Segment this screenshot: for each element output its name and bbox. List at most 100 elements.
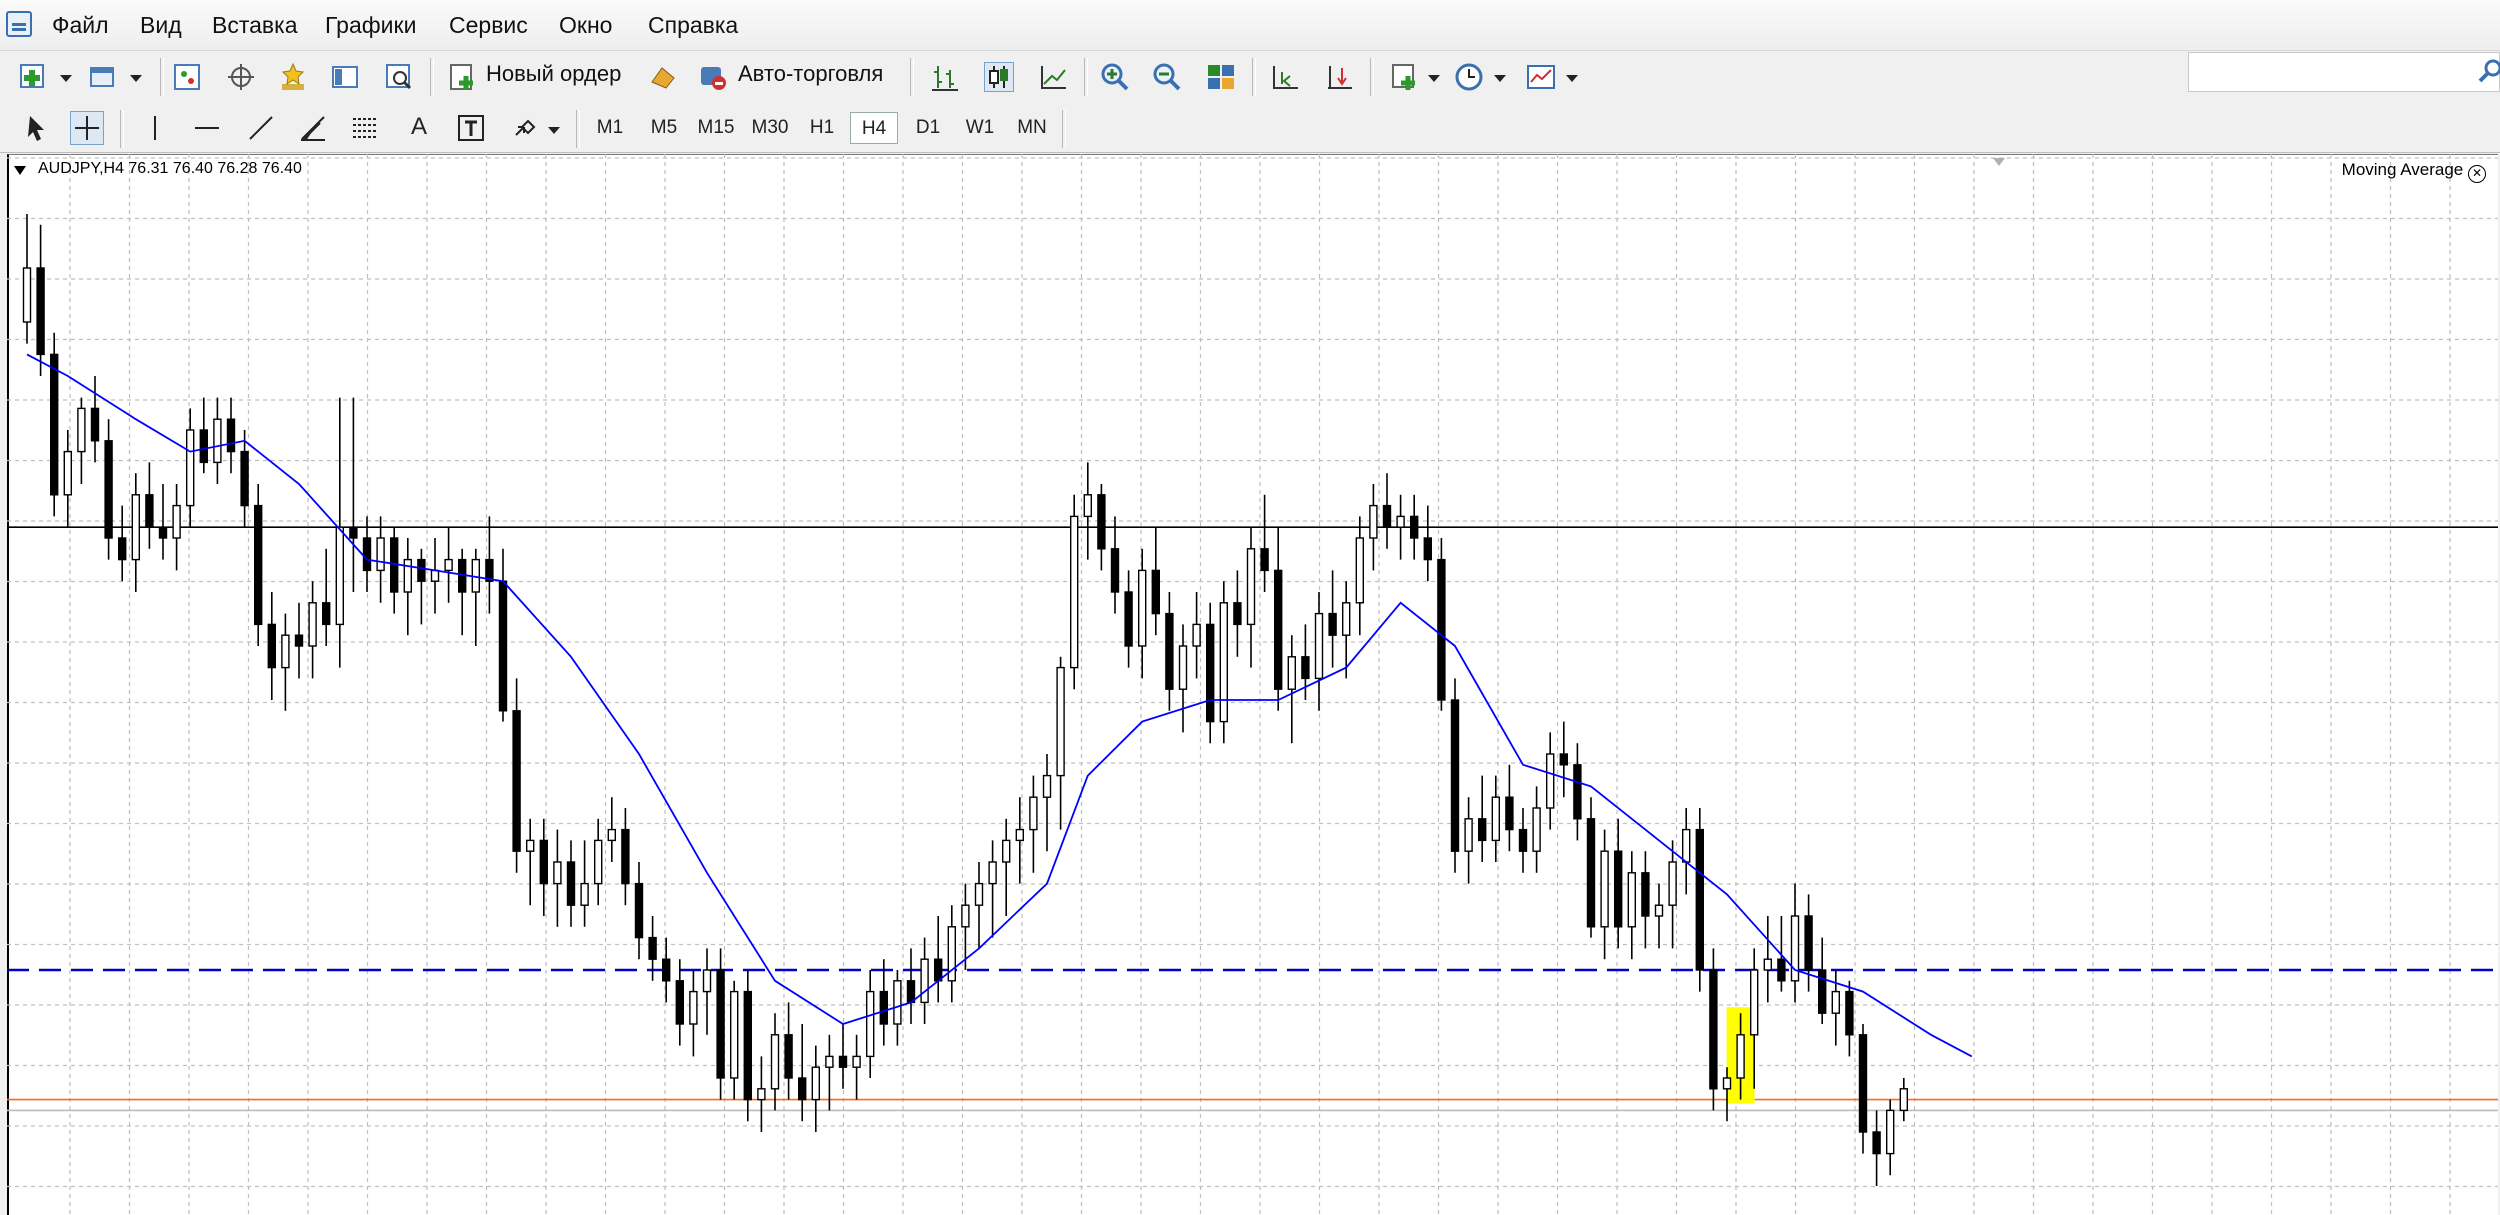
candle-bear bbox=[1260, 548, 1269, 572]
indicator-close-icon[interactable]: ✕ bbox=[2468, 165, 2486, 183]
menu-file[interactable]: Файл bbox=[52, 12, 109, 39]
candle-bear bbox=[240, 450, 249, 507]
candlestick-icon[interactable] bbox=[984, 62, 1014, 92]
new-chart-icon[interactable] bbox=[18, 62, 48, 92]
candle-bear bbox=[199, 429, 209, 464]
chart-shift-icon[interactable] bbox=[1270, 62, 1300, 92]
candle-bull bbox=[185, 429, 195, 507]
candle-bull bbox=[730, 990, 739, 1079]
candle-bear bbox=[1477, 818, 1487, 842]
candle-bear bbox=[1110, 548, 1120, 593]
candle-bull bbox=[77, 407, 86, 453]
strategy-tester-icon[interactable] bbox=[384, 62, 414, 92]
text-icon[interactable]: A bbox=[404, 113, 434, 143]
auto-trading-button[interactable]: Авто-торговля bbox=[696, 58, 896, 96]
text-label-icon[interactable] bbox=[456, 113, 486, 143]
timeframe-m1[interactable]: M1 bbox=[586, 112, 634, 144]
candle-bull bbox=[1899, 1088, 1909, 1112]
templates-dropdown[interactable] bbox=[1566, 75, 1578, 82]
menu-bar: Файл Вид Вставка Графики Сервис Окно Спр… bbox=[0, 0, 2500, 51]
candle-bull bbox=[22, 267, 32, 323]
favorites-icon[interactable] bbox=[278, 62, 308, 92]
candle-bull bbox=[281, 634, 290, 669]
candle-bear bbox=[934, 958, 943, 982]
candle-bear bbox=[294, 634, 304, 647]
indicators-icon[interactable] bbox=[1390, 62, 1420, 92]
indicator-name: Moving Average bbox=[2341, 160, 2464, 179]
menu-window[interactable]: Окно bbox=[559, 12, 612, 39]
line-chart-icon[interactable] bbox=[1038, 62, 1068, 92]
timeframe-h1[interactable]: H1 bbox=[798, 112, 846, 144]
candle-bull bbox=[1600, 850, 1609, 928]
timeframe-h4[interactable]: H4 bbox=[850, 112, 898, 144]
timeframe-m15[interactable]: M15 bbox=[692, 112, 740, 144]
candle-bull bbox=[1287, 656, 1297, 690]
menu-tools[interactable]: Сервис bbox=[449, 12, 528, 39]
candle-bull bbox=[131, 494, 141, 561]
arrows-dropdown[interactable] bbox=[548, 127, 560, 134]
fibonacci-fan-icon[interactable] bbox=[298, 113, 328, 143]
timeframe-m5[interactable]: M5 bbox=[640, 112, 688, 144]
tile-windows-icon[interactable] bbox=[1206, 62, 1236, 92]
candle-bear bbox=[1872, 1131, 1881, 1155]
candle-bear bbox=[362, 537, 372, 572]
candle-bear bbox=[1804, 915, 1813, 971]
candle-bull bbox=[1355, 537, 1365, 604]
fibonacci-icon[interactable] bbox=[350, 113, 380, 143]
autoscroll-icon[interactable] bbox=[1324, 62, 1354, 92]
navigator-icon[interactable] bbox=[226, 62, 256, 92]
menu-help[interactable]: Справка bbox=[648, 12, 738, 39]
search-icon[interactable] bbox=[2475, 57, 2500, 87]
zoom-in-icon[interactable] bbox=[1100, 62, 1130, 92]
templates-icon[interactable] bbox=[1526, 62, 1556, 92]
candle-bull bbox=[526, 839, 535, 852]
menu-view[interactable]: Вид bbox=[140, 12, 182, 39]
bar-chart-icon[interactable] bbox=[930, 62, 960, 92]
oneclick-icon[interactable] bbox=[648, 62, 678, 92]
new-order-label: Новый ордер bbox=[486, 61, 622, 86]
candle-bull bbox=[553, 861, 562, 885]
price-chart[interactable] bbox=[7, 154, 2498, 1215]
candle-bear bbox=[1709, 969, 1718, 1090]
chart-menu-arrow-icon[interactable] bbox=[14, 166, 26, 175]
app-icon[interactable] bbox=[6, 11, 32, 37]
candle-bear bbox=[158, 526, 168, 539]
timeframe-d1[interactable]: D1 bbox=[904, 112, 952, 144]
new-order-button[interactable]: Новый ордер bbox=[446, 58, 632, 96]
periods-icon[interactable] bbox=[1454, 62, 1484, 92]
candle-bull bbox=[920, 958, 929, 1004]
candle-bull bbox=[1369, 504, 1378, 539]
arrows-icon[interactable] bbox=[510, 113, 540, 143]
vertical-line-icon[interactable] bbox=[140, 113, 170, 143]
data-window-icon[interactable] bbox=[330, 62, 360, 92]
horizontal-line-icon[interactable] bbox=[192, 113, 222, 143]
candle-bull bbox=[893, 980, 902, 1025]
search-input[interactable] bbox=[2188, 52, 2500, 92]
zoom-out-icon[interactable] bbox=[1152, 62, 1182, 92]
standard-toolbar: Новый ордер Авто-торговля bbox=[0, 52, 2500, 102]
profiles-dropdown[interactable] bbox=[130, 75, 142, 82]
candle-bear bbox=[743, 990, 752, 1101]
profiles-icon[interactable] bbox=[88, 62, 118, 92]
candle-bull bbox=[1015, 828, 1024, 842]
candle-bull bbox=[1749, 969, 1759, 1036]
menu-charts[interactable]: Графики bbox=[325, 12, 416, 39]
timeframe-w1[interactable]: W1 bbox=[956, 112, 1004, 144]
cursor-icon[interactable] bbox=[22, 113, 52, 143]
candle-bear bbox=[1124, 591, 1133, 647]
periods-dropdown[interactable] bbox=[1494, 75, 1506, 82]
new-order-icon bbox=[448, 62, 478, 92]
candle-bear bbox=[1151, 569, 1161, 615]
candle-bull bbox=[1831, 990, 1841, 1014]
timeframe-m30[interactable]: M30 bbox=[746, 112, 794, 144]
indicators-dropdown[interactable] bbox=[1428, 75, 1440, 82]
crosshair-icon[interactable] bbox=[70, 111, 104, 145]
new-chart-dropdown[interactable] bbox=[60, 75, 72, 82]
market-watch-icon[interactable] bbox=[172, 62, 202, 92]
menu-insert[interactable]: Вставка bbox=[212, 12, 298, 39]
timeframe-mn[interactable]: MN bbox=[1008, 112, 1056, 144]
candle-bear bbox=[1777, 958, 1786, 982]
candle-bull bbox=[866, 990, 875, 1058]
candle-bull bbox=[825, 1055, 834, 1068]
trendline-icon[interactable] bbox=[246, 113, 276, 143]
